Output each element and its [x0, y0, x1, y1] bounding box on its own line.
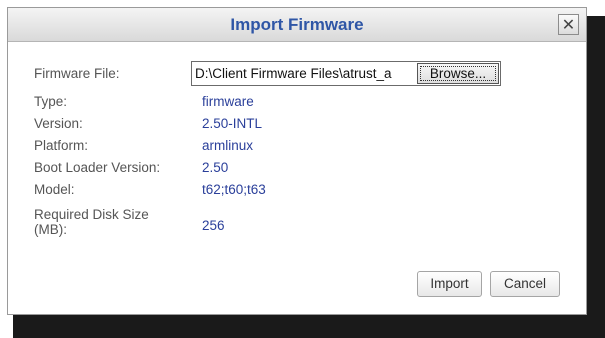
firmware-file-input[interactable]: D:\Client Firmware Files\atrust_a Browse…	[191, 61, 501, 86]
field-label: Version:	[34, 116, 83, 131]
field-value: 256	[202, 218, 225, 233]
field-label: Platform:	[34, 138, 89, 153]
dialog-titlebar: Import Firmware ✕	[8, 8, 586, 42]
cancel-button[interactable]: Cancel	[490, 271, 560, 297]
field-label: Model:	[34, 182, 75, 197]
field-value: 2.50-INTL	[202, 116, 263, 131]
field-label: Required Disk Size (MB):	[34, 207, 149, 237]
browse-button[interactable]: Browse...	[417, 63, 499, 84]
field-value: 2.50	[202, 160, 229, 175]
firmware-file-label: Firmware File:	[34, 66, 120, 81]
field-value: t62;t60;t63	[202, 182, 266, 197]
firmware-file-path[interactable]: D:\Client Firmware Files\atrust_a	[195, 66, 416, 81]
field-value: armlinux	[202, 138, 254, 153]
import-firmware-dialog: Import Firmware ✕ Firmware File: D:\Clie…	[7, 7, 587, 315]
field-label: Boot Loader Version:	[34, 160, 161, 175]
dialog-title: Import Firmware	[230, 15, 364, 34]
import-button[interactable]: Import	[417, 271, 482, 297]
close-icon[interactable]: ✕	[558, 14, 579, 35]
field-value: firmware	[202, 94, 254, 109]
field-label: Type:	[34, 94, 68, 109]
